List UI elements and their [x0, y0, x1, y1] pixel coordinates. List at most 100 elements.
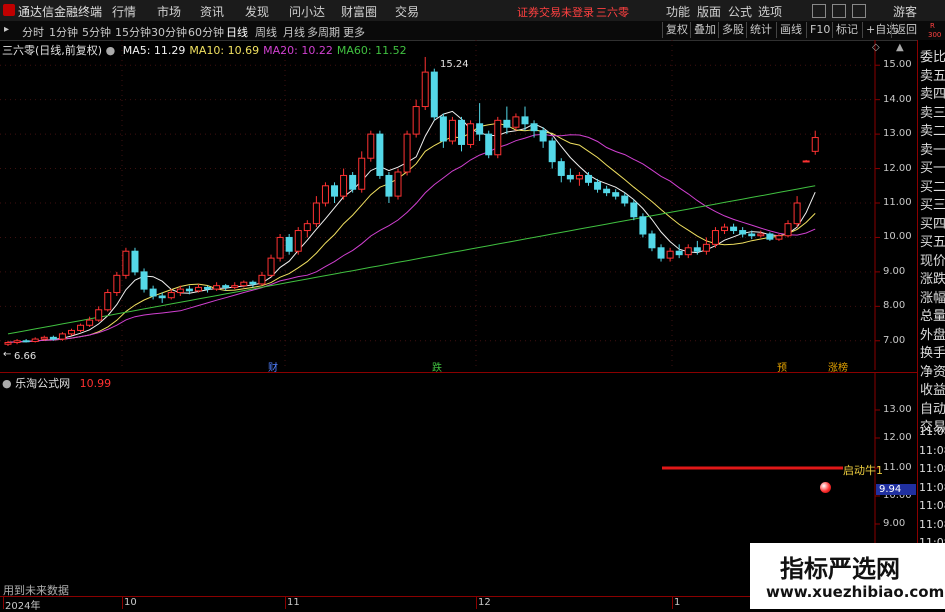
tool-button-4[interactable]: 画线: [776, 22, 805, 38]
candle-13[interactable]: [122, 247, 130, 279]
menu-right-item-2[interactable]: 公式: [728, 3, 752, 20]
candle-34[interactable]: [312, 196, 320, 228]
tool-button-0[interactable]: 复权: [662, 22, 691, 38]
menu-item-5[interactable]: 财富圈: [341, 3, 377, 20]
quote-row-0[interactable]: 委比: [920, 46, 945, 65]
candle-30[interactable]: [276, 234, 284, 262]
quote-row-5[interactable]: 卖一: [920, 139, 945, 158]
period-tab-8[interactable]: 月线: [283, 24, 305, 40]
quote-row-4[interactable]: 卖二: [920, 120, 945, 139]
quote-row-8[interactable]: 买三: [920, 194, 945, 213]
candle-54[interactable]: [494, 116, 502, 159]
candle-44[interactable]: [403, 130, 411, 176]
quote-row-14[interactable]: 总量: [920, 305, 945, 324]
candle-0[interactable]: [4, 340, 12, 346]
menu-item-3[interactable]: 发现: [245, 3, 269, 20]
candle-42[interactable]: [385, 172, 393, 203]
candle-36[interactable]: [331, 182, 339, 203]
candle-64[interactable]: [584, 172, 592, 186]
quote-row-9[interactable]: 买四: [920, 213, 945, 232]
quote-row-12[interactable]: 涨跌: [920, 268, 945, 287]
candle-2[interactable]: [22, 339, 30, 343]
quote-row-7[interactable]: 买二: [920, 176, 945, 195]
menu-item-2[interactable]: 资讯: [200, 3, 224, 20]
window-minimize-icon[interactable]: [812, 4, 826, 18]
chart-expand-icon[interactable]: ◇: [872, 42, 880, 53]
candlestick-chart[interactable]: [0, 40, 917, 370]
menu-item-0[interactable]: 行情: [112, 3, 136, 20]
period-tab-6[interactable]: 日线: [226, 24, 248, 40]
candle-39[interactable]: [358, 151, 366, 193]
candle-75[interactable]: [684, 244, 692, 259]
toolbar-arrow-icon[interactable]: ▸: [4, 24, 9, 35]
candle-6[interactable]: [58, 332, 66, 341]
candle-51[interactable]: [467, 120, 475, 148]
candle-32[interactable]: [294, 227, 302, 255]
period-tab-5[interactable]: 60分钟: [188, 24, 224, 40]
candle-52[interactable]: [476, 103, 484, 141]
legend-settings-icon[interactable]: ●: [106, 44, 116, 57]
period-tab-0[interactable]: 分时: [22, 24, 44, 40]
menu-item-4[interactable]: 问小达: [289, 3, 325, 20]
candle-53[interactable]: [485, 130, 493, 159]
chart-collapse-icon[interactable]: ▲: [896, 42, 904, 53]
candle-48[interactable]: [439, 113, 447, 148]
tool-button-3[interactable]: 统计: [746, 22, 775, 38]
candle-80[interactable]: [730, 223, 738, 234]
candle-87[interactable]: [793, 196, 801, 228]
candle-73[interactable]: [666, 247, 674, 262]
tool-button-2[interactable]: 多股: [718, 22, 747, 38]
candle-72[interactable]: [657, 244, 665, 262]
candle-74[interactable]: [675, 244, 683, 259]
candle-69[interactable]: [630, 199, 638, 221]
candle-11[interactable]: [104, 289, 112, 312]
candle-50[interactable]: [458, 116, 465, 152]
candle-10[interactable]: [95, 306, 103, 322]
candle-28[interactable]: [258, 271, 266, 286]
candle-88[interactable]: [802, 159, 810, 163]
candle-25[interactable]: [231, 282, 239, 290]
candle-62[interactable]: [566, 168, 574, 183]
candle-47[interactable]: [430, 68, 438, 121]
quote-row-6[interactable]: 买一: [920, 157, 945, 176]
candle-1[interactable]: [13, 339, 21, 345]
candle-29[interactable]: [267, 254, 275, 278]
quote-row-3[interactable]: 卖三: [920, 102, 945, 121]
candle-89[interactable]: [811, 130, 819, 155]
candle-33[interactable]: [303, 220, 311, 238]
window-maximize-icon[interactable]: [832, 4, 846, 18]
candle-31[interactable]: [285, 234, 293, 255]
candle-81[interactable]: [739, 227, 747, 238]
guest-label[interactable]: 游客: [893, 3, 917, 20]
window-close-icon[interactable]: [852, 4, 866, 18]
candle-55[interactable]: [503, 106, 511, 135]
quote-row-18[interactable]: 收益: [920, 379, 945, 398]
candle-60[interactable]: [548, 137, 556, 169]
candle-84[interactable]: [766, 232, 774, 241]
quote-row-15[interactable]: 外盘: [920, 324, 945, 343]
period-tab-9[interactable]: 多周期: [307, 24, 340, 40]
candle-86[interactable]: [784, 220, 792, 238]
quote-row-2[interactable]: 卖四: [920, 83, 945, 102]
quote-row-13[interactable]: 涨幅: [920, 287, 945, 306]
candle-79[interactable]: [721, 223, 729, 234]
candle-45[interactable]: [412, 99, 420, 138]
quote-row-16[interactable]: 换手: [920, 342, 945, 361]
candle-56[interactable]: [512, 113, 520, 131]
tool-button-8[interactable]: 返回: [891, 22, 920, 38]
candle-14[interactable]: [131, 247, 139, 276]
candle-49[interactable]: [448, 116, 456, 145]
tool-button-1[interactable]: 叠加: [690, 22, 719, 38]
candle-43[interactable]: [394, 168, 402, 200]
candle-41[interactable]: [376, 130, 384, 179]
candle-8[interactable]: [77, 323, 85, 333]
candle-63[interactable]: [575, 172, 583, 186]
login-notice[interactable]: 证券交易未登录: [517, 4, 594, 20]
candle-38[interactable]: [349, 172, 357, 193]
candle-67[interactable]: [612, 189, 620, 200]
candle-23[interactable]: [213, 282, 221, 291]
period-tab-3[interactable]: 15分钟: [115, 24, 151, 40]
candle-70[interactable]: [639, 213, 647, 238]
candle-61[interactable]: [557, 158, 565, 183]
quote-row-17[interactable]: 净资: [920, 361, 945, 380]
